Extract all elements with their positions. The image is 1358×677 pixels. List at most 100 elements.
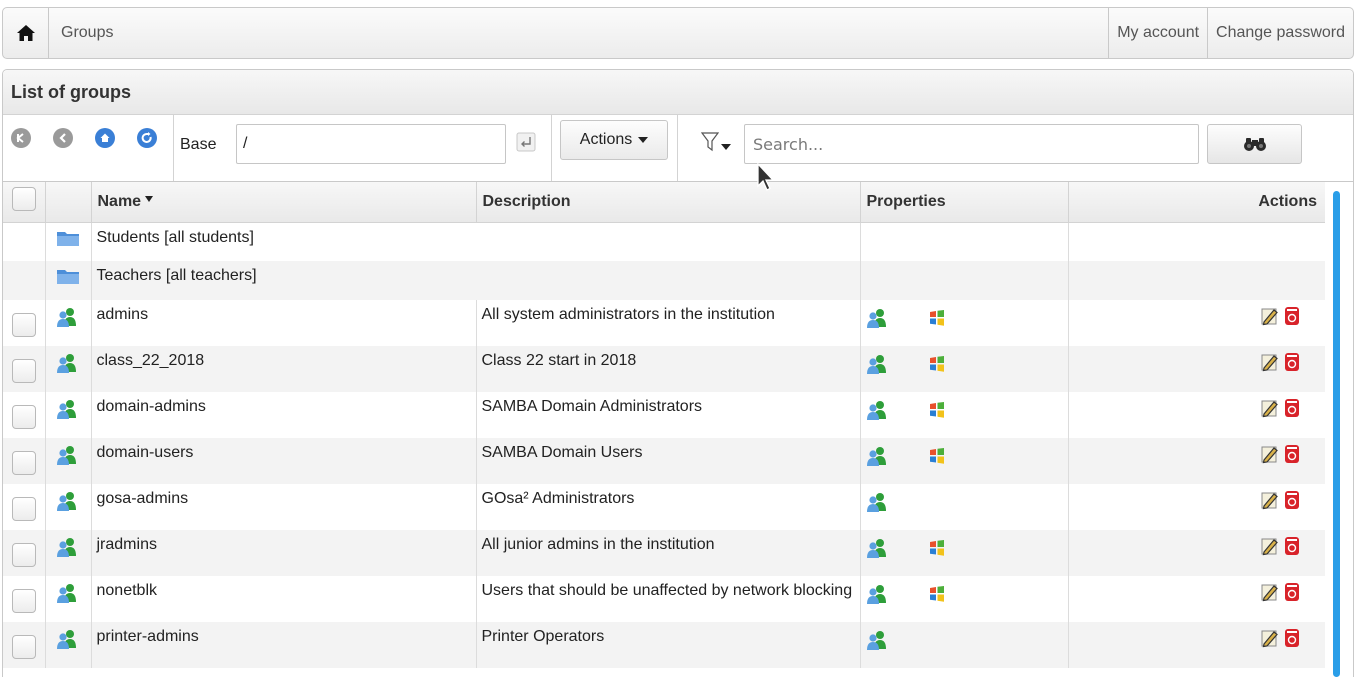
binoculars-icon — [1243, 138, 1266, 151]
property-icons — [866, 398, 1063, 421]
table-row[interactable]: domain-users SAMBA Domain Users — [3, 438, 1325, 484]
reload-icon — [141, 132, 152, 143]
group-icon — [56, 400, 76, 419]
edit-icon[interactable] — [1260, 628, 1280, 648]
row-action-buttons — [1074, 536, 1321, 556]
change-password-link[interactable]: Change password — [1207, 8, 1353, 58]
table-row[interactable]: domain-admins SAMBA Domain Administrators — [3, 392, 1325, 438]
delete-icon[interactable] — [1282, 444, 1302, 464]
properties-cell — [860, 530, 1069, 576]
windows-icon — [929, 356, 944, 372]
row-checkbox[interactable] — [11, 634, 36, 659]
group-description: All junior admins in the institution — [476, 530, 861, 576]
table-row[interactable]: admins All system administrators in the i… — [3, 300, 1325, 346]
department-row[interactable]: Teachers [all teachers] — [3, 261, 1325, 300]
edit-icon[interactable] — [1260, 398, 1280, 418]
my-account-link[interactable]: My account — [1108, 8, 1207, 58]
properties-cell — [860, 346, 1069, 392]
edit-icon[interactable] — [1260, 352, 1280, 372]
properties-cell — [860, 576, 1069, 622]
chevron-down-icon — [638, 137, 649, 143]
row-checkbox[interactable] — [11, 496, 36, 521]
row-icon-cell — [45, 346, 92, 392]
group-name[interactable]: printer-admins — [91, 622, 477, 668]
toolbar-divider — [551, 115, 552, 181]
home-small-icon — [100, 133, 110, 142]
row-icon-cell — [45, 484, 92, 530]
edit-icon[interactable] — [1260, 444, 1280, 464]
table-row[interactable]: printer-admins Printer Operators — [3, 622, 1325, 668]
delete-icon[interactable] — [1282, 398, 1302, 418]
select-all-checkbox[interactable] — [11, 187, 36, 212]
filter-menu-button[interactable] — [691, 124, 741, 160]
row-actions-cell — [1068, 261, 1325, 300]
delete-icon[interactable] — [1282, 490, 1302, 510]
property-icons — [866, 628, 1063, 651]
group-description: Users that should be unaffected by netwo… — [476, 576, 861, 622]
delete-icon[interactable] — [1282, 306, 1302, 326]
go-to-root-button[interactable] — [11, 128, 31, 148]
edit-icon[interactable] — [1260, 306, 1280, 326]
group-name[interactable]: gosa-admins — [91, 484, 477, 530]
group-name[interactable]: domain-admins — [91, 392, 477, 438]
row-checkbox[interactable] — [11, 404, 36, 429]
group-list-panel: List of groups Base Actions — [2, 69, 1354, 181]
base-input[interactable] — [236, 124, 506, 164]
row-checkbox[interactable] — [11, 358, 36, 383]
search-button[interactable] — [1207, 124, 1302, 164]
delete-icon[interactable] — [1282, 536, 1302, 556]
windows-icon — [929, 586, 944, 602]
row-checkbox[interactable] — [11, 312, 36, 337]
posix-group-icon — [866, 585, 886, 604]
row-actions-cell — [1068, 576, 1325, 622]
windows-icon — [929, 310, 944, 326]
properties-cell — [860, 261, 1069, 300]
go-back-button[interactable] — [53, 128, 73, 148]
posix-group-icon — [866, 447, 886, 466]
row-select-cell — [3, 530, 46, 576]
folder-icon — [56, 231, 79, 246]
actions-menu-button[interactable]: Actions — [560, 120, 668, 160]
table-header-row: Name Description Properties Actions — [3, 182, 1325, 223]
delete-icon[interactable] — [1282, 628, 1302, 648]
sort-desc-icon — [145, 195, 154, 202]
reload-button[interactable] — [137, 128, 157, 148]
group-description: SAMBA Domain Administrators — [476, 392, 861, 438]
submit-base-icon[interactable] — [516, 132, 536, 152]
row-checkbox[interactable] — [11, 588, 36, 613]
description-column-header[interactable]: Description — [476, 182, 861, 223]
department-row[interactable]: Students [all students] — [3, 222, 1325, 261]
row-actions-cell — [1068, 438, 1325, 484]
group-name[interactable]: admins — [91, 300, 477, 346]
table-row[interactable]: nonetblk Users that should be unaffected … — [3, 576, 1325, 622]
row-checkbox[interactable] — [11, 542, 36, 567]
group-name[interactable]: class_22_2018 — [91, 346, 477, 392]
table-row[interactable]: class_22_2018 Class 22 start in 2018 — [3, 346, 1325, 392]
mouse-cursor-icon — [757, 162, 775, 191]
filter-icon — [701, 132, 719, 152]
edit-icon[interactable] — [1260, 490, 1280, 510]
department-name[interactable]: Teachers [all teachers] — [91, 261, 861, 300]
table-row[interactable]: gosa-admins GOsa² Administrators — [3, 484, 1325, 530]
root-arrow-icon — [16, 133, 24, 143]
delete-icon[interactable] — [1282, 352, 1302, 372]
home-button[interactable] — [3, 8, 49, 58]
group-name[interactable]: nonetblk — [91, 576, 477, 622]
group-icon — [56, 446, 76, 465]
table-row[interactable]: jradmins All junior admins in the institu… — [3, 530, 1325, 576]
edit-icon[interactable] — [1260, 536, 1280, 556]
group-name[interactable]: jradmins — [91, 530, 477, 576]
row-checkbox[interactable] — [11, 450, 36, 475]
breadcrumb[interactable]: Groups — [49, 8, 1108, 58]
go-home-button[interactable] — [95, 128, 115, 148]
row-icon-cell — [45, 222, 92, 261]
vertical-scrollbar[interactable] — [1333, 191, 1340, 677]
name-column-header[interactable]: Name — [91, 182, 477, 223]
row-select-cell — [3, 622, 46, 668]
delete-icon[interactable] — [1282, 582, 1302, 602]
group-name[interactable]: domain-users — [91, 438, 477, 484]
search-input[interactable] — [744, 124, 1199, 164]
department-name[interactable]: Students [all students] — [91, 222, 861, 261]
edit-icon[interactable] — [1260, 582, 1280, 602]
group-icon — [56, 584, 76, 603]
